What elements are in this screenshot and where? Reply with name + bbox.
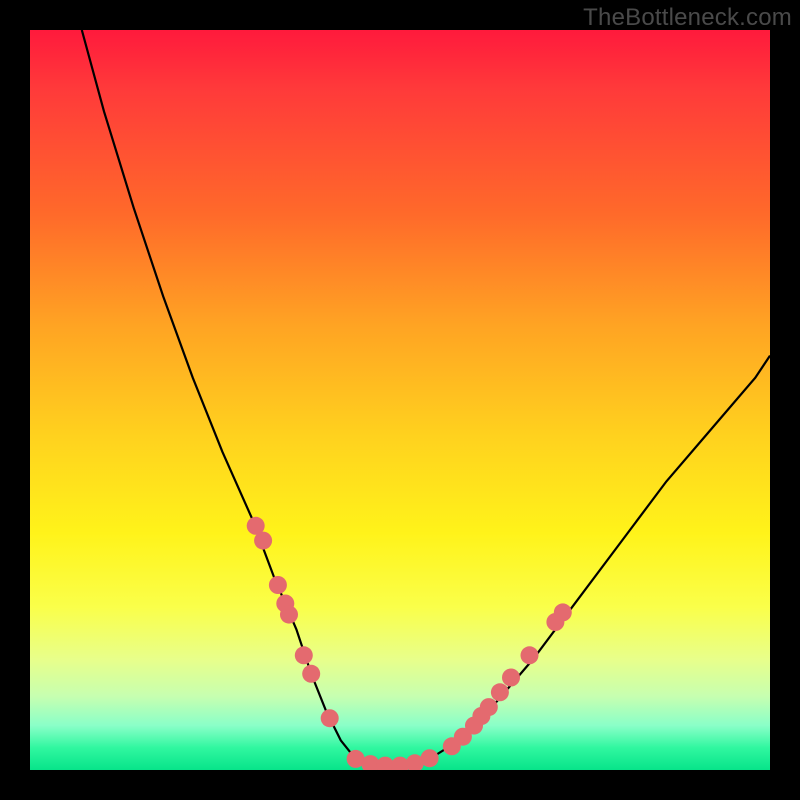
curve-marker xyxy=(321,709,339,727)
plot-area xyxy=(30,30,770,770)
curve-marker xyxy=(295,646,313,664)
curve-layer xyxy=(30,30,770,770)
curve-marker xyxy=(280,606,298,624)
curve-marker xyxy=(254,532,272,550)
curve-marker xyxy=(421,749,439,767)
curve-marker xyxy=(491,683,509,701)
curve-marker xyxy=(502,669,520,687)
curve-markers xyxy=(247,517,572,770)
chart-frame: TheBottleneck.com xyxy=(0,0,800,800)
curve-marker xyxy=(521,646,539,664)
watermark-text: TheBottleneck.com xyxy=(583,4,792,32)
curve-marker xyxy=(269,576,287,594)
curve-marker xyxy=(302,665,320,683)
bottleneck-curve xyxy=(82,30,770,766)
curve-marker xyxy=(480,698,498,716)
curve-marker xyxy=(554,603,572,621)
